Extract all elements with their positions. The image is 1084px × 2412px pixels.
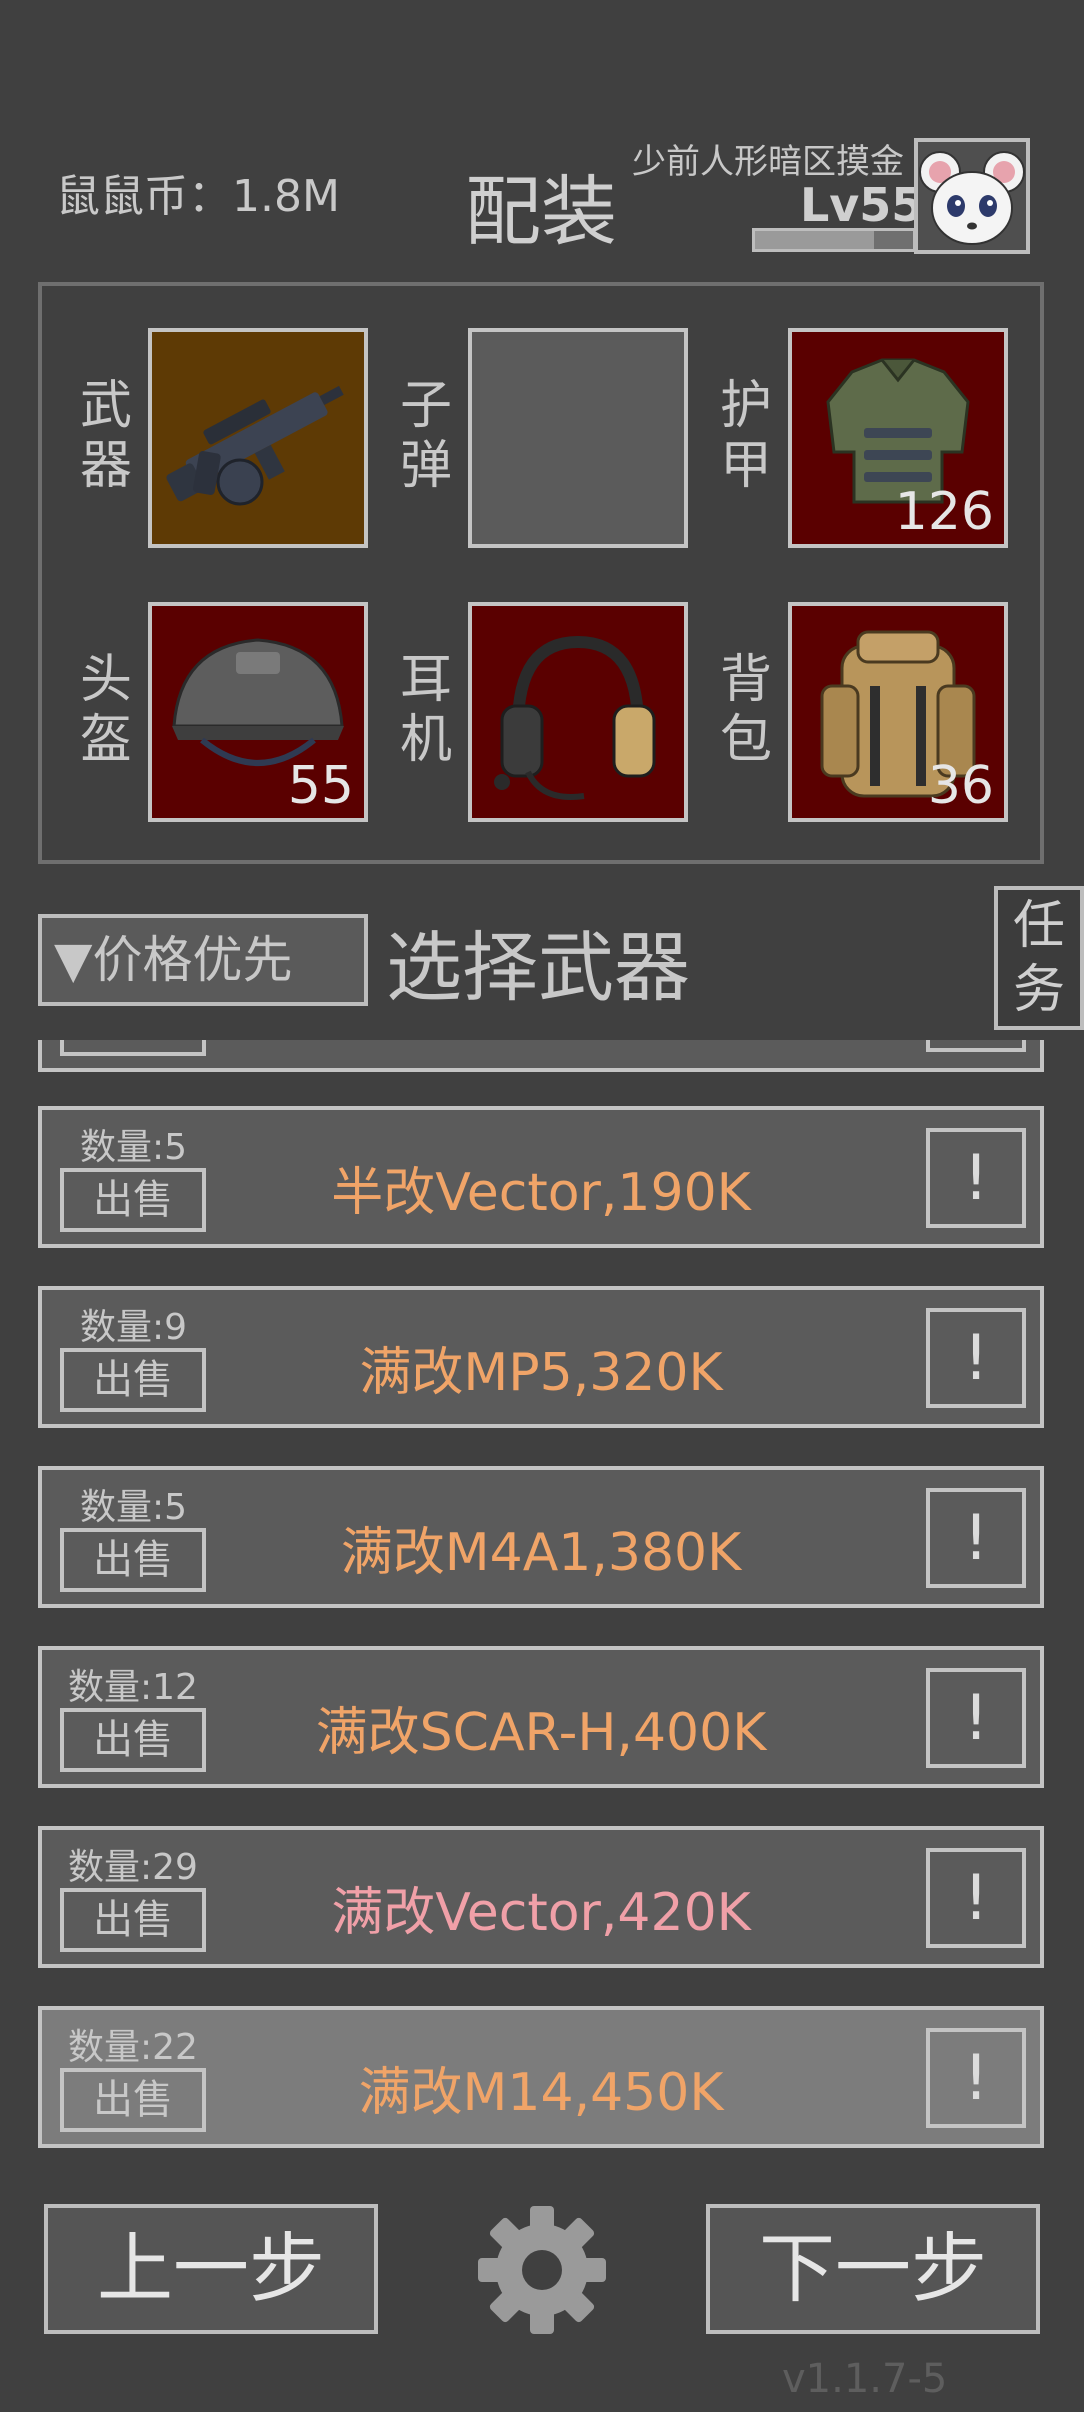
slot-label-ammo: 子弹: [399, 376, 452, 496]
list-item[interactable]: 数量:12 出售 满改SCAR-H,400K !: [38, 1646, 1044, 1788]
slot-helmet[interactable]: 55: [148, 602, 368, 822]
sort-price-button[interactable]: ▼价格优先: [38, 914, 368, 1006]
slot-label-helmet: 头盔: [79, 650, 132, 770]
info-button[interactable]: !: [926, 1668, 1026, 1768]
slot-label-weapon: 武器: [79, 376, 132, 496]
backpack-durability: 36: [927, 756, 994, 816]
info-button[interactable]: !: [926, 1308, 1026, 1408]
slot-ammo[interactable]: [468, 328, 688, 548]
machine-gun-icon: [166, 385, 344, 506]
item-quantity: 数量:29: [68, 1847, 198, 1888]
armor-durability: 126: [894, 482, 994, 542]
mouse-avatar-icon: [918, 142, 1026, 250]
coin-balance: 鼠鼠币：1.8M: [56, 171, 340, 222]
info-button[interactable]: !: [926, 2028, 1026, 2128]
info-button[interactable]: !: [926, 1488, 1026, 1588]
item-name: 满改SCAR-H,400K: [315, 1703, 767, 1763]
list-item-partial[interactable]: [38, 1040, 1044, 1074]
list-item[interactable]: 数量:9 出售 满改MP5,320K !: [38, 1286, 1044, 1428]
xp-bar-fill: [755, 231, 874, 249]
list-item[interactable]: 数量:29 出售 满改Vector,420K !: [38, 1826, 1044, 1968]
item-name: 满改M4A1,380K: [340, 1523, 742, 1583]
item-name: 满改M14,450K: [358, 2063, 724, 2123]
xp-bar: [752, 228, 916, 252]
settings-button[interactable]: [474, 2202, 610, 2338]
next-step-button[interactable]: 下一步: [706, 2204, 1040, 2334]
item-quantity: 数量:12: [68, 1667, 198, 1708]
prev-step-button[interactable]: 上一步: [44, 2204, 378, 2334]
task-button[interactable]: 任务: [994, 886, 1084, 1030]
item-quantity: 数量:5: [80, 1487, 188, 1528]
avatar[interactable]: [914, 138, 1030, 254]
gear-icon: [478, 2206, 606, 2334]
slot-weapon[interactable]: [148, 328, 368, 548]
list-item-selected[interactable]: 数量:22 出售 满改M14,450K !: [38, 2006, 1044, 2148]
list-item[interactable]: 数量:5 出售 半改Vector,190K !: [38, 1106, 1044, 1248]
sell-button[interactable]: 出售: [60, 1708, 206, 1772]
headset-icon: [494, 635, 656, 800]
info-button[interactable]: !: [926, 1848, 1026, 1948]
info-button[interactable]: !: [926, 1128, 1026, 1228]
item-name: 满改MP5,320K: [359, 1343, 723, 1403]
player-name: 少前人形暗区摸金: [632, 142, 904, 182]
select-weapon-title: 选择武器: [386, 923, 690, 1012]
item-name: 满改Vector,420K: [331, 1883, 751, 1943]
item-name: 半改Vector,190K: [331, 1163, 751, 1223]
player-level: Lv55: [800, 178, 924, 232]
list-item[interactable]: 数量:5 出售 满改M4A1,380K !: [38, 1466, 1044, 1608]
sell-button[interactable]: 出售: [60, 2068, 206, 2132]
slot-backpack[interactable]: 36: [788, 602, 1008, 822]
slot-label-armor: 护甲: [719, 376, 772, 496]
sell-button[interactable]: 出售: [60, 1888, 206, 1952]
item-quantity: 数量:5: [80, 1127, 188, 1168]
slot-label-backpack: 背包: [719, 650, 772, 770]
slot-headset[interactable]: [468, 602, 688, 822]
slot-armor[interactable]: 126: [788, 328, 1008, 548]
page-title: 配装: [465, 167, 617, 256]
sell-button[interactable]: 出售: [60, 1348, 206, 1412]
version-label: v1.1.7-5: [782, 2356, 948, 2402]
slot-label-headset: 耳机: [399, 650, 452, 770]
sell-button[interactable]: 出售: [60, 1528, 206, 1592]
item-quantity: 数量:22: [68, 2027, 198, 2068]
helmet-durability: 55: [287, 756, 354, 816]
sell-button[interactable]: 出售: [60, 1168, 206, 1232]
item-quantity: 数量:9: [80, 1307, 188, 1348]
